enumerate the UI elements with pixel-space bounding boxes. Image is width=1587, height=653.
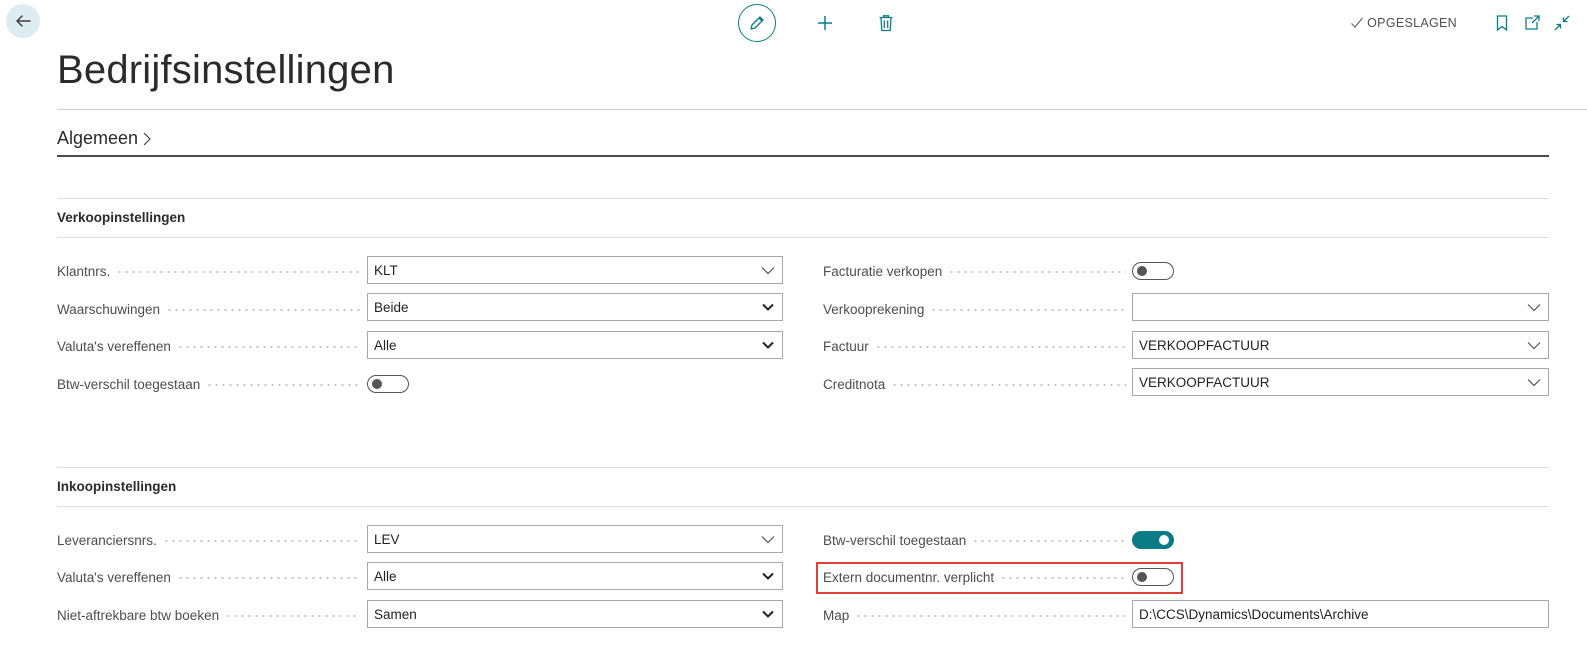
bookmark-icon <box>1496 15 1508 31</box>
collapse-icon <box>1554 15 1570 31</box>
nondeductible-vat-select[interactable]: Samen <box>367 600 783 628</box>
chevron-down-icon <box>760 531 776 547</box>
group-divider <box>57 506 1549 507</box>
ext-doc-required-label: Extern documentnr. verplicht <box>823 568 1126 586</box>
edit-button[interactable] <box>738 4 776 42</box>
group-title-purchase: Inkoopinstellingen <box>57 479 177 494</box>
sales-appln-currency-select[interactable]: Alle <box>367 331 783 359</box>
warnings-select[interactable]: Beide <box>367 293 783 321</box>
purchase-vat-diff-toggle[interactable] <box>1132 531 1174 549</box>
sales-account-label: Verkooprekening <box>823 300 1126 318</box>
chevron-down-icon <box>760 337 776 353</box>
page-title: Bedrijfsinstellingen <box>57 48 395 92</box>
sales-vat-diff-toggle[interactable] <box>367 375 409 393</box>
chevron-down-icon <box>1526 299 1542 315</box>
open-new-window-button[interactable] <box>1517 8 1547 38</box>
saved-label: OPGESLAGEN <box>1367 16 1457 30</box>
folder-label: Map <box>823 606 1126 624</box>
ext-doc-required-toggle[interactable] <box>1132 568 1174 586</box>
invoice-label: Factuur <box>823 337 1126 355</box>
purchase-vat-diff-label: Btw-verschil toegestaan <box>823 531 1126 549</box>
vendor-nos-label: Leveranciersnrs. <box>57 531 361 549</box>
vendor-nos-field[interactable]: LEV <box>367 525 783 553</box>
chevron-down-icon <box>760 262 776 278</box>
purchase-appln-currency-label: Valuta's vereffenen <box>57 568 361 586</box>
record-actions <box>738 4 901 42</box>
credit-memo-label: Creditnota <box>823 375 1126 393</box>
trash-icon <box>879 15 893 32</box>
section-divider <box>57 155 1549 157</box>
purchase-appln-currency-select[interactable]: Alle <box>367 562 783 590</box>
invoice-sales-toggle[interactable] <box>1132 262 1174 280</box>
group-title-sales: Verkoopinstellingen <box>57 210 186 225</box>
back-button[interactable] <box>6 4 40 38</box>
section-header-algemeen[interactable]: Algemeen <box>57 128 152 149</box>
warnings-label: Waarschuwingen <box>57 300 361 318</box>
invoice-sales-label: Facturatie verkopen <box>823 262 1126 280</box>
section-title: Algemeen <box>57 128 139 148</box>
back-arrow-icon <box>16 15 31 27</box>
page-actions: OPGESLAGEN <box>1350 8 1577 38</box>
credit-memo-field[interactable]: VERKOOPFACTUUR <box>1132 368 1549 396</box>
chevron-down-icon <box>760 568 776 584</box>
group-divider <box>57 237 1549 238</box>
collapse-button[interactable] <box>1547 8 1577 38</box>
sales-appln-currency-label: Valuta's vereffenen <box>57 337 361 355</box>
saved-status: OPGESLAGEN <box>1350 16 1457 30</box>
chevron-down-icon <box>760 606 776 622</box>
group-divider <box>57 198 1549 199</box>
delete-button[interactable] <box>871 8 901 38</box>
plus-icon <box>818 16 832 30</box>
customer-nos-label: Klantnrs. <box>57 262 361 280</box>
chevron-right-icon <box>143 132 151 145</box>
folder-field[interactable]: D:\CCS\Dynamics\Documents\Archive <box>1132 600 1549 628</box>
title-divider <box>57 109 1587 110</box>
checkmark-icon <box>1351 17 1364 28</box>
pencil-icon <box>750 16 764 30</box>
sales-vat-diff-label: Btw-verschil toegestaan <box>57 375 361 393</box>
invoice-field[interactable]: VERKOOPFACTUUR <box>1132 331 1549 359</box>
group-divider <box>57 467 1549 468</box>
bookmark-button[interactable] <box>1487 8 1517 38</box>
chevron-down-icon <box>1526 337 1542 353</box>
new-button[interactable] <box>810 8 840 38</box>
action-bar: OPGESLAGEN <box>0 0 1587 50</box>
sales-account-field[interactable] <box>1132 293 1549 321</box>
open-new-window-icon <box>1525 15 1540 30</box>
chevron-down-icon <box>1526 374 1542 390</box>
customer-nos-field[interactable]: KLT <box>367 256 783 284</box>
chevron-down-icon <box>760 299 776 315</box>
nondeductible-vat-label: Niet-aftrekbare btw boeken <box>57 606 361 624</box>
